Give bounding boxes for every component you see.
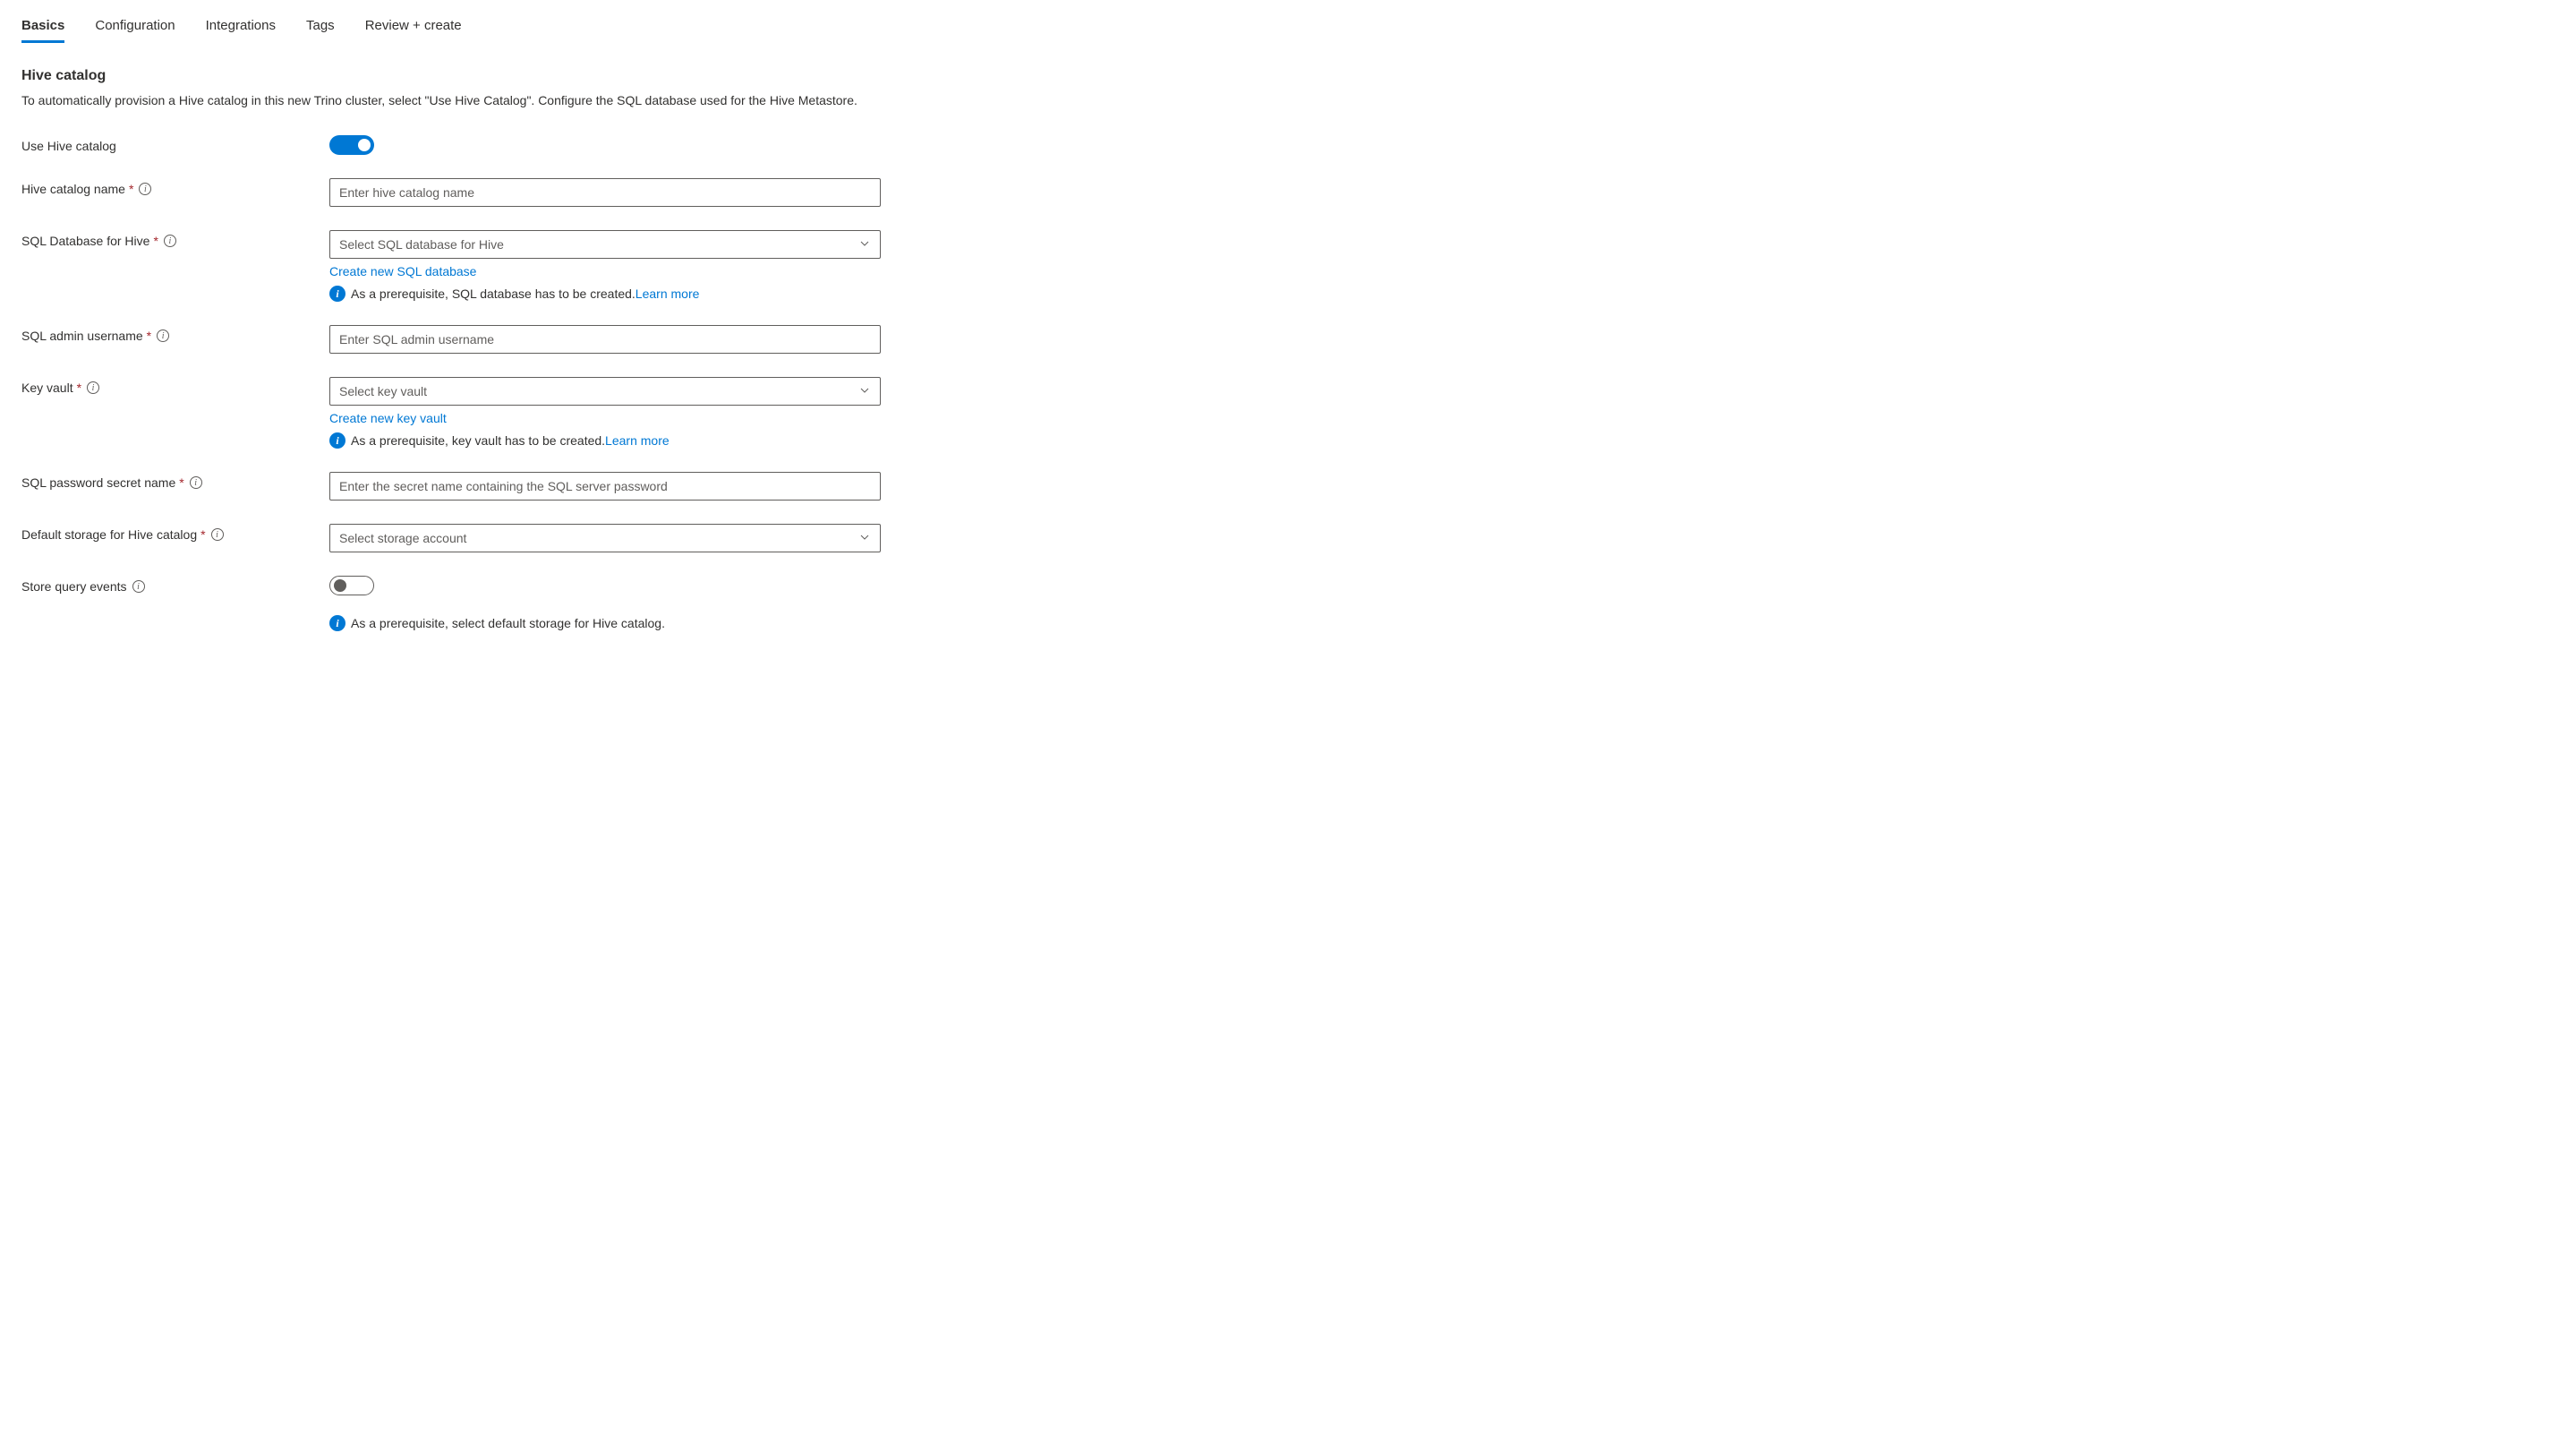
info-icon[interactable] — [157, 329, 169, 342]
use-hive-catalog-toggle[interactable] — [329, 135, 374, 155]
required-asterisk: * — [200, 527, 205, 542]
store-query-events-prereq-text: As a prerequisite, select default storag… — [351, 616, 665, 630]
tab-integrations[interactable]: Integrations — [206, 18, 276, 43]
wizard-tabs: Basics Configuration Integrations Tags R… — [21, 18, 2555, 43]
info-badge-icon: i — [329, 615, 345, 631]
section-title: Hive catalog — [21, 68, 2555, 84]
info-icon[interactable] — [164, 235, 176, 247]
hive-catalog-name-input[interactable] — [329, 178, 881, 207]
store-query-events-label: Store query events — [21, 576, 329, 594]
info-icon[interactable] — [190, 476, 202, 489]
section-description: To automatically provision a Hive catalo… — [21, 91, 881, 110]
sql-database-select[interactable]: Select SQL database for Hive — [329, 230, 881, 259]
info-badge-icon: i — [329, 286, 345, 302]
create-key-vault-link[interactable]: Create new key vault — [329, 411, 447, 425]
required-asterisk: * — [147, 329, 151, 343]
sql-admin-username-input[interactable] — [329, 325, 881, 354]
create-sql-database-link[interactable]: Create new SQL database — [329, 264, 476, 278]
tab-basics[interactable]: Basics — [21, 18, 64, 43]
sql-password-secret-input[interactable] — [329, 472, 881, 501]
sql-database-learn-more-link[interactable]: Learn more — [635, 287, 700, 301]
required-asterisk: * — [153, 234, 158, 248]
required-asterisk: * — [179, 475, 183, 490]
info-icon[interactable] — [132, 580, 145, 593]
key-vault-prereq-text: As a prerequisite, key vault has to be c… — [351, 433, 670, 448]
sql-database-prereq-text: As a prerequisite, SQL database has to b… — [351, 287, 699, 301]
key-vault-learn-more-link[interactable]: Learn more — [605, 433, 670, 448]
key-vault-select[interactable]: Select key vault — [329, 377, 881, 406]
use-hive-catalog-label: Use Hive catalog — [21, 135, 329, 153]
info-icon[interactable] — [139, 183, 151, 195]
tab-review-create[interactable]: Review + create — [365, 18, 462, 43]
default-storage-label: Default storage for Hive catalog * — [21, 524, 329, 542]
info-badge-icon: i — [329, 432, 345, 449]
default-storage-select[interactable]: Select storage account — [329, 524, 881, 552]
required-asterisk: * — [77, 381, 81, 395]
sql-password-secret-label: SQL password secret name * — [21, 472, 329, 490]
tab-configuration[interactable]: Configuration — [95, 18, 175, 43]
info-icon[interactable] — [87, 381, 99, 394]
tab-tags[interactable]: Tags — [306, 18, 335, 43]
sql-admin-username-label: SQL admin username * — [21, 325, 329, 343]
sql-database-label: SQL Database for Hive * — [21, 230, 329, 248]
info-icon[interactable] — [211, 528, 224, 541]
store-query-events-toggle[interactable] — [329, 576, 374, 595]
key-vault-label: Key vault * — [21, 377, 329, 395]
hive-catalog-name-label: Hive catalog name * — [21, 178, 329, 196]
required-asterisk: * — [129, 182, 133, 196]
